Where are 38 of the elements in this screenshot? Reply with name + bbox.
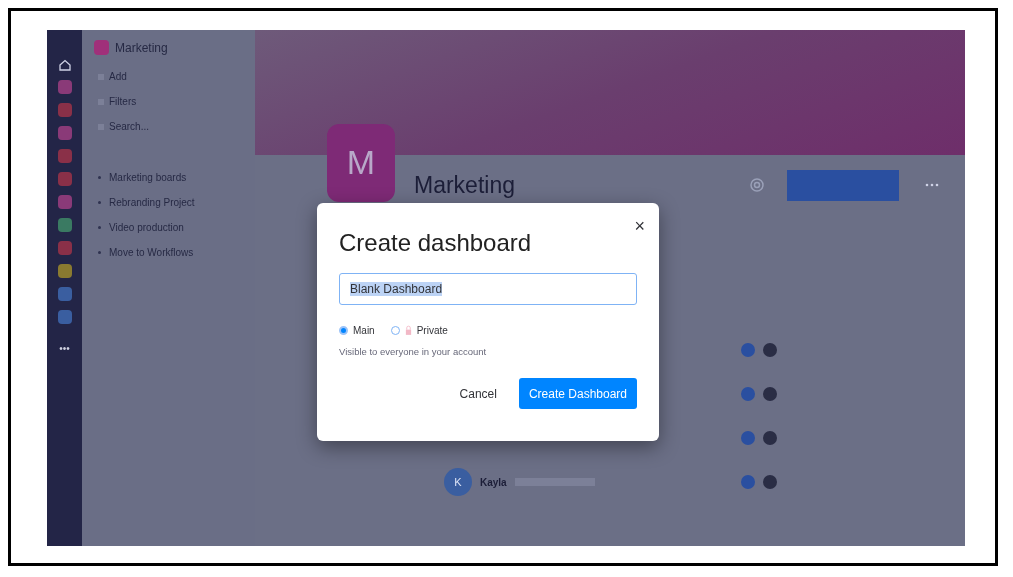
workspace-badge-icon <box>94 40 109 55</box>
workspace-icon[interactable] <box>57 172 72 186</box>
workspace-icon[interactable] <box>57 103 72 117</box>
lock-icon <box>404 325 412 336</box>
name-input-field[interactable]: Blank Dashboard <box>339 273 637 305</box>
create-dashboard-button[interactable]: Create Dashboard <box>518 378 637 409</box>
workspace-icon[interactable] <box>57 126 72 140</box>
visibility-hint: Visible to everyone in your account <box>339 346 488 357</box>
sidebar-action[interactable]: Search... <box>94 121 243 132</box>
cancel-button[interactable]: Cancel <box>453 385 503 402</box>
more-icon[interactable] <box>925 183 939 187</box>
workspace-title: Marketing <box>414 171 516 199</box>
workspace-icon[interactable] <box>57 195 72 209</box>
sidebar-action[interactable]: Add <box>94 71 243 82</box>
workspace-icon[interactable] <box>57 264 72 278</box>
settings-icon[interactable] <box>749 177 765 193</box>
workspace-icon[interactable] <box>57 218 72 232</box>
member-avatar: K <box>444 468 472 496</box>
visibility-radio[interactable]: Main <box>339 325 375 336</box>
sidebar-item[interactable]: Rebranding Project <box>94 197 243 208</box>
visibility-radio[interactable]: Private <box>390 325 448 336</box>
primary-button[interactable] <box>787 169 899 201</box>
sidebar-title: Marketing <box>115 40 168 55</box>
sidebar-item[interactable]: Video production <box>94 222 243 233</box>
more-workspaces[interactable]: ••• <box>59 343 70 354</box>
dialog-title: Create dashboard <box>339 229 533 257</box>
workspace-icon[interactable] <box>57 241 72 255</box>
workspace-icon[interactable] <box>57 80 72 94</box>
home-icon <box>58 59 71 71</box>
sidebar-item[interactable]: Move to Workflows <box>94 247 243 258</box>
sidebar-action[interactable]: Filters <box>94 96 243 107</box>
close-button[interactable]: × <box>634 217 645 235</box>
workspace-icon[interactable] <box>57 287 72 301</box>
workspace-icon[interactable] <box>57 149 72 163</box>
workspace-icon[interactable] <box>57 310 72 324</box>
sidebar-item[interactable]: Marketing boards <box>94 172 243 183</box>
member-name: Kayla <box>480 476 507 488</box>
workspace-logo: M <box>327 123 395 202</box>
